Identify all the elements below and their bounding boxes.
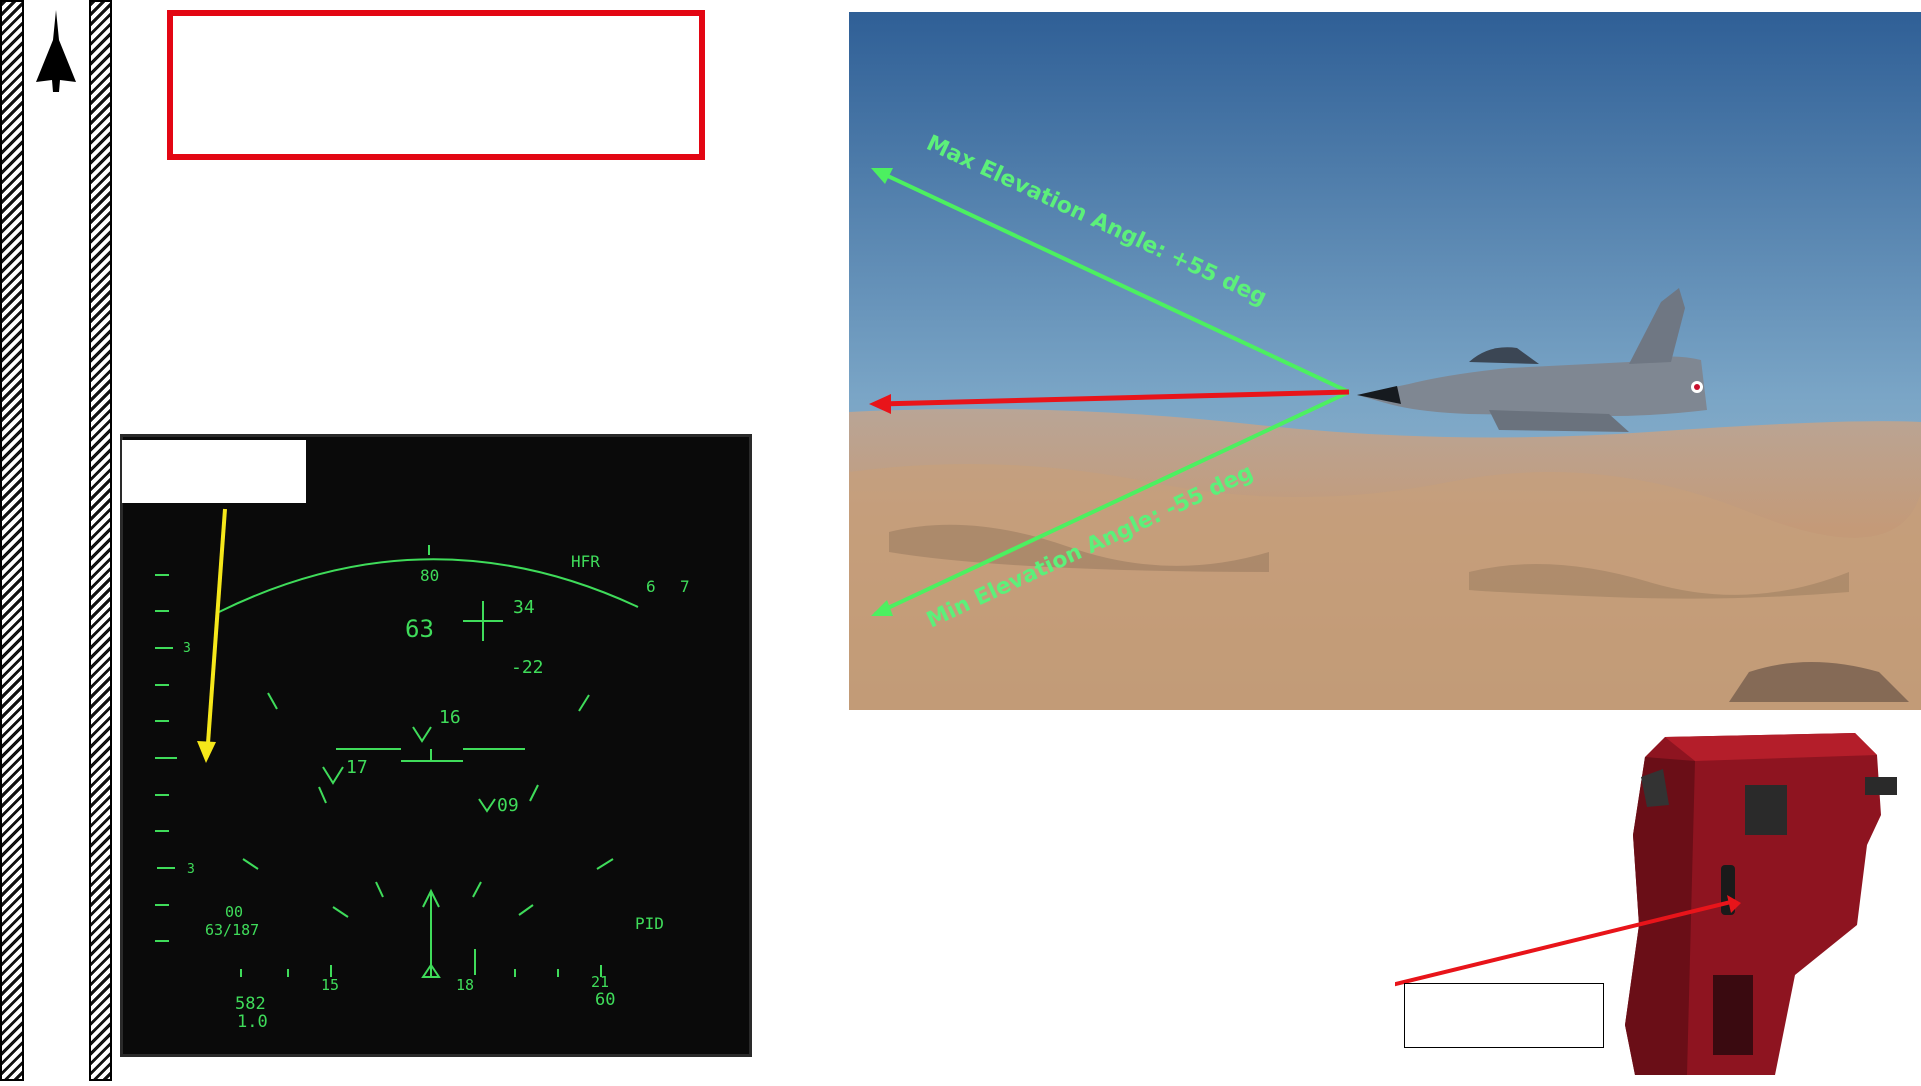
elevation-bottom-label: -22 bbox=[511, 657, 544, 678]
title-box bbox=[167, 10, 705, 160]
speed-label: 582 bbox=[235, 994, 266, 1014]
corner-number-2: 7 bbox=[680, 577, 690, 596]
altitude-big-label: 63 bbox=[405, 615, 434, 643]
elevation-top-label: 34 bbox=[513, 597, 535, 618]
heading-tick-21: 21 bbox=[591, 973, 609, 991]
heading-tick-15: 15 bbox=[321, 976, 339, 994]
hud-display: HFR 80 6 7 63 34 -22 16 17 09 3 3 00 63/… bbox=[120, 434, 752, 1057]
jet-logo-icon bbox=[36, 10, 76, 92]
scale-mark-upper: 3 bbox=[183, 641, 191, 656]
mach-label: 1.0 bbox=[237, 1012, 268, 1032]
right-border-stripe bbox=[89, 0, 112, 1081]
target-a-label: 16 bbox=[439, 707, 461, 728]
target-b-label: 17 bbox=[346, 757, 368, 778]
target-c-label: 09 bbox=[497, 795, 519, 816]
elevation-photo: Max Elevation Angle: +55 deg Min Elevati… bbox=[849, 12, 1921, 710]
left-border-stripe bbox=[0, 0, 24, 1081]
hud-callout-box bbox=[122, 440, 306, 503]
range-top-label: 00 bbox=[225, 903, 243, 921]
heading-tick-18: 18 bbox=[456, 976, 474, 994]
throttle-callout-box bbox=[1404, 983, 1604, 1048]
range-ratio-label: 63/187 bbox=[205, 921, 259, 939]
pid-label: PID bbox=[635, 914, 664, 933]
radar-mode-label: HFR bbox=[571, 552, 600, 571]
scale-mark-lower: 3 bbox=[187, 862, 195, 877]
corner-number-1: 6 bbox=[646, 577, 656, 596]
heading-top-label: 80 bbox=[420, 566, 439, 585]
bottom-right-label: 60 bbox=[595, 990, 615, 1010]
